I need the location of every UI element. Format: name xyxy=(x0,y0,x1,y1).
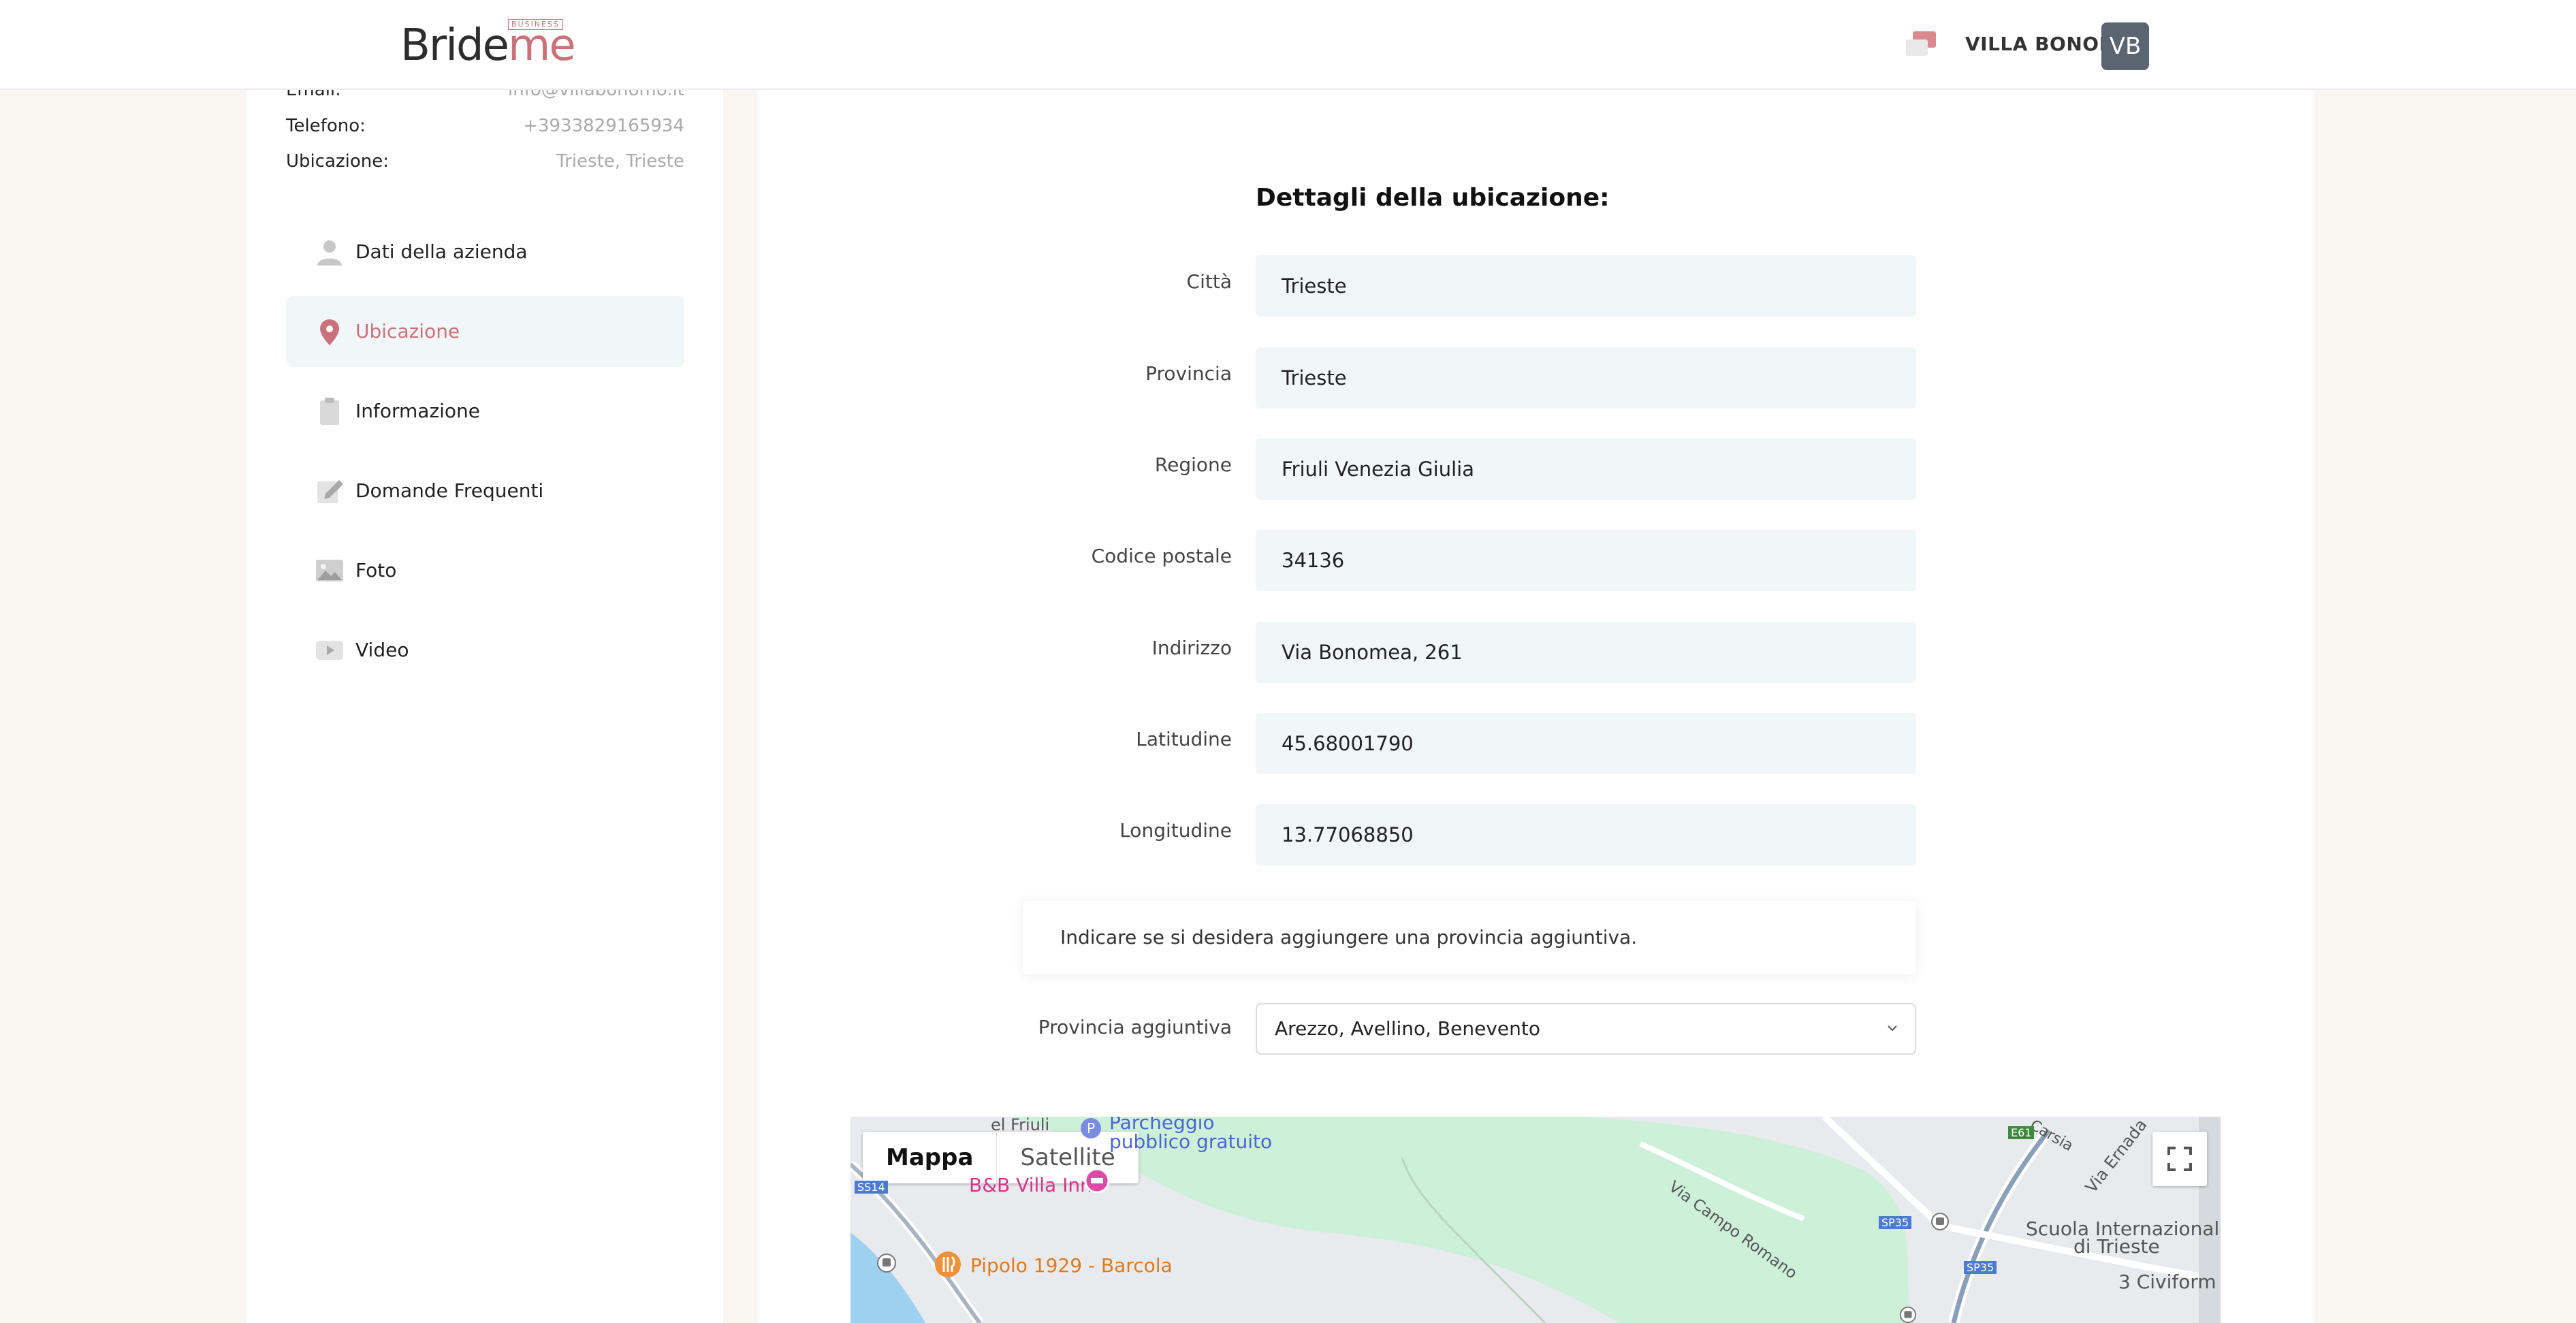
sidebar-item-label: Informazione xyxy=(355,400,481,422)
play-icon xyxy=(316,641,343,660)
avatar[interactable]: VB xyxy=(2101,22,2149,70)
location-map[interactable]: Mappa Satellite el Friuli P Parcheggio p… xyxy=(850,1117,2221,1323)
field-label: Latitudine xyxy=(1136,728,1232,750)
logo-text: Bride xyxy=(400,20,509,71)
fullscreen-button[interactable] xyxy=(2152,1132,2207,1186)
image-icon xyxy=(316,560,343,581)
map-label-parcheggio-gratuito: pubblico gratuito xyxy=(1109,1130,1273,1153)
chevron-down-icon xyxy=(1888,1025,1897,1032)
brideme-logo[interactable]: Brideme BUSINESS xyxy=(400,19,576,71)
restaurant-marker-icon xyxy=(935,1252,961,1277)
parking-marker-icon: P xyxy=(1081,1118,1101,1138)
location-pin-icon xyxy=(320,319,339,345)
provincia-input[interactable]: Trieste xyxy=(1256,347,1916,409)
regione-input[interactable]: Friuli Venezia Giulia xyxy=(1256,439,1916,500)
field-provincia: Provincia Trieste xyxy=(758,347,2314,409)
location-form-card: Dettagli della ubicazione: Città Trieste… xyxy=(758,89,2314,1323)
map-label-friuli: el Friuli xyxy=(991,1117,1050,1134)
user-icon xyxy=(317,240,342,266)
field-citta: Città Trieste xyxy=(758,255,2314,317)
sidebar-item-label: Ubicazione xyxy=(355,320,460,342)
sidebar-item-ubicazione[interactable]: Ubicazione xyxy=(286,296,684,367)
road-badge-e61: E61 xyxy=(2008,1126,2035,1139)
note-text: Indicare se si desidera aggiungere una p… xyxy=(1060,926,1638,949)
field-codice-postale: Codice postale 34136 xyxy=(758,530,2314,591)
select-value: Arezzo, Avellino, Benevento xyxy=(1275,1017,1540,1040)
codice-postale-input[interactable]: 34136 xyxy=(1256,530,1916,591)
hotel-marker-icon xyxy=(1084,1168,1110,1194)
additional-province-select[interactable]: Arezzo, Avellino, Benevento xyxy=(1256,1003,1916,1055)
field-latitudine: Latitudine 45.68001790 xyxy=(758,713,2314,774)
field-longitudine: Longitudine 13.77068850 xyxy=(758,804,2314,865)
sidebar-item-label: Domande Frequenti xyxy=(355,479,544,502)
latitudine-input[interactable]: 45.68001790 xyxy=(1256,713,1916,774)
longitudine-input[interactable]: 13.77068850 xyxy=(1256,804,1916,865)
additional-province-label: Provincia aggiuntiva xyxy=(1038,1016,1232,1038)
transit-marker-icon xyxy=(877,1254,896,1273)
map-label-scuola-2: di Trieste xyxy=(2073,1235,2160,1258)
road-badge-sp35-2: SP35 xyxy=(1964,1261,1997,1274)
section-title: Dettagli della ubicazione: xyxy=(1256,184,1610,212)
field-label: Longitudine xyxy=(1119,819,1232,842)
info-location-key: Ubicazione: xyxy=(286,151,389,172)
top-header: Brideme BUSINESS VILLA BONOMO VB xyxy=(0,0,2576,90)
info-location-value: Trieste, Trieste xyxy=(556,151,684,172)
messages-icon[interactable] xyxy=(1903,29,1940,60)
field-label: Città xyxy=(1186,270,1232,293)
logo-badge: BUSINESS xyxy=(508,19,563,30)
field-indirizzo: Indirizzo Via Bonomea, 261 xyxy=(758,622,2314,683)
sidebar-item-label: Foto xyxy=(355,559,397,581)
field-label: Regione xyxy=(1154,453,1232,476)
field-label: Provincia xyxy=(1145,362,1232,385)
sidebar-item-domande[interactable]: Domande Frequenti xyxy=(286,456,684,526)
sidebar: Email: info@villabonomo.it Telefono: +39… xyxy=(247,80,723,1323)
road-badge-sp35: SP35 xyxy=(1879,1216,1912,1229)
field-label: Indirizzo xyxy=(1151,637,1232,659)
road-badge-ss14: SS14 xyxy=(855,1181,888,1194)
info-phone-key: Telefono: xyxy=(286,116,366,136)
sidebar-item-informazione[interactable]: Informazione xyxy=(286,376,684,447)
fullscreen-icon xyxy=(2167,1147,2192,1171)
map-label-pipolo: Pipolo 1929 - Barcola xyxy=(970,1254,1173,1277)
map-label-civiform: 3 Civiform V xyxy=(2118,1271,2221,1293)
sidebar-item-foto[interactable]: Foto xyxy=(286,535,684,606)
indirizzo-input[interactable]: Via Bonomea, 261 xyxy=(1256,622,1916,683)
info-phone-value: +3933829165934 xyxy=(523,116,684,136)
sidebar-item-label: Video xyxy=(355,639,409,661)
transit-marker-icon-3 xyxy=(1899,1306,1917,1323)
sidebar-item-label: Dati della azienda xyxy=(355,240,528,263)
additional-province-note: Indicare se si desidera aggiungere una p… xyxy=(1023,901,1916,974)
info-phone: Telefono: +3933829165934 xyxy=(286,116,684,143)
clipboard-icon xyxy=(320,398,339,425)
map-label-bnb: B&B Villa Inn xyxy=(969,1174,1092,1196)
sidebar-item-dati-azienda[interactable]: Dati della azienda xyxy=(286,217,684,287)
transit-marker-icon-2 xyxy=(1931,1213,1949,1230)
field-label: Codice postale xyxy=(1091,545,1232,567)
sidebar-item-video[interactable]: Video xyxy=(286,615,684,686)
parking-letter: P xyxy=(1087,1120,1095,1136)
pencil-icon xyxy=(317,480,343,503)
info-location: Ubicazione: Trieste, Trieste xyxy=(286,151,684,178)
citta-input[interactable]: Trieste xyxy=(1256,255,1916,317)
field-regione: Regione Friuli Venezia Giulia xyxy=(758,439,2314,500)
